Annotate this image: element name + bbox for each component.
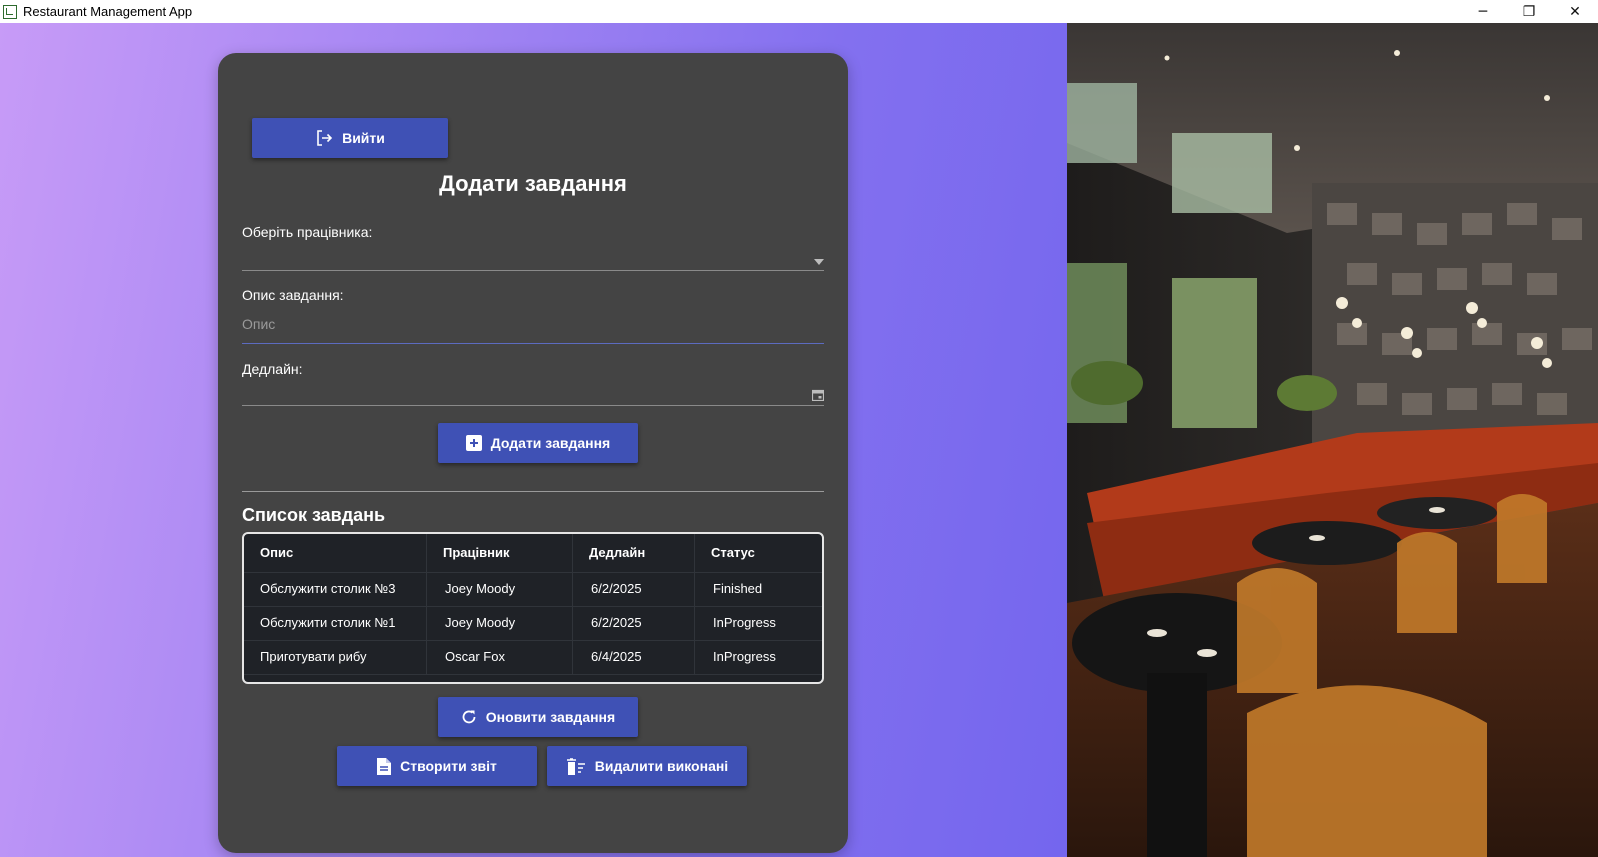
section-divider: [242, 491, 824, 492]
employee-label: Оберіть працівника:: [242, 224, 373, 240]
document-icon: [377, 757, 392, 775]
task-card: Вийти Додати завдання Оберіть працівника…: [218, 53, 848, 853]
restaurant-photo: [1067, 23, 1598, 857]
create-report-label: Створити звіт: [400, 758, 497, 774]
cell-employee: Oscar Fox: [427, 640, 573, 674]
create-report-button[interactable]: Створити звіт: [337, 746, 537, 786]
cell-status: InProgress: [713, 615, 776, 630]
refresh-tasks-label: Оновити завдання: [485, 709, 616, 725]
task-list-title: Список завдань: [242, 505, 386, 525]
close-button[interactable]: ✕: [1552, 0, 1598, 23]
dropdown-arrow-icon: [814, 259, 824, 265]
window-controls: ─ ❐ ✕: [1460, 0, 1598, 23]
page-title: Додати завдання: [439, 171, 627, 196]
refresh-icon: [462, 710, 476, 724]
logout-button[interactable]: Вийти: [252, 118, 448, 158]
title-bar: Restaurant Management App ─ ❐ ✕: [0, 0, 1598, 23]
description-label: Опис завдання:: [242, 287, 344, 303]
cell-description: Обслужити столик №1: [244, 606, 427, 640]
cell-employee: Joey Moody: [427, 606, 573, 640]
add-task-button[interactable]: Додати завдання: [438, 423, 638, 463]
logout-label: Вийти: [342, 130, 385, 146]
cell-status: Finished: [713, 581, 763, 596]
cell-employee: Joey Moody: [427, 572, 573, 606]
employee-select-underline: [242, 270, 824, 271]
main-area: Вийти Додати завдання Оберіть працівника…: [0, 23, 1067, 857]
restaurant-interior-image: [1067, 23, 1598, 857]
table-row[interactable]: Обслужити столик №3 Joey Moody 6/2/2025 …: [244, 572, 822, 607]
table-row[interactable]: Обслужити столик №1 Joey Moody 6/2/2025 …: [244, 606, 822, 641]
description-input-underline: [242, 343, 824, 344]
table-header-row: Опис Працівник Дедлайн Статус: [244, 534, 822, 573]
description-placeholder: Опис: [242, 316, 276, 332]
maximize-button[interactable]: ❐: [1506, 0, 1552, 23]
column-header-status[interactable]: Статус: [695, 534, 822, 572]
refresh-tasks-button[interactable]: Оновити завдання: [438, 697, 638, 737]
deadline-underline: [242, 405, 824, 406]
calendar-icon[interactable]: [812, 389, 824, 401]
deadline-label: Дедлайн:: [242, 361, 303, 377]
trash-icon: [566, 757, 585, 775]
delete-completed-label: Видалити виконані: [594, 758, 729, 774]
cell-deadline: 6/2/2025: [573, 606, 695, 640]
plus-square-icon: [465, 435, 482, 451]
cell-description: Приготувати рибу: [244, 640, 427, 674]
delete-completed-button[interactable]: Видалити виконані: [547, 746, 747, 786]
cell-description: Обслужити столик №3: [244, 572, 427, 606]
table-row[interactable]: Приготувати рибу Oscar Fox 6/4/2025 InPr…: [244, 640, 822, 675]
description-input[interactable]: Опис: [242, 309, 824, 343]
employee-select[interactable]: [242, 243, 824, 271]
column-header-employee[interactable]: Працівник: [427, 534, 573, 572]
add-task-label: Додати завдання: [490, 435, 611, 451]
column-header-description[interactable]: Опис: [244, 534, 427, 572]
deadline-date-picker[interactable]: [242, 379, 824, 407]
task-table[interactable]: Опис Працівник Дедлайн Статус Обслужити …: [242, 532, 824, 684]
column-header-deadline[interactable]: Дедлайн: [573, 534, 695, 572]
minimize-button[interactable]: ─: [1460, 0, 1506, 23]
logout-icon: [317, 130, 333, 146]
cell-status: InProgress: [713, 649, 776, 664]
cell-deadline: 6/2/2025: [573, 572, 695, 606]
cell-deadline: 6/4/2025: [573, 640, 695, 674]
window-title: Restaurant Management App: [23, 4, 193, 19]
app-icon: [3, 4, 17, 19]
